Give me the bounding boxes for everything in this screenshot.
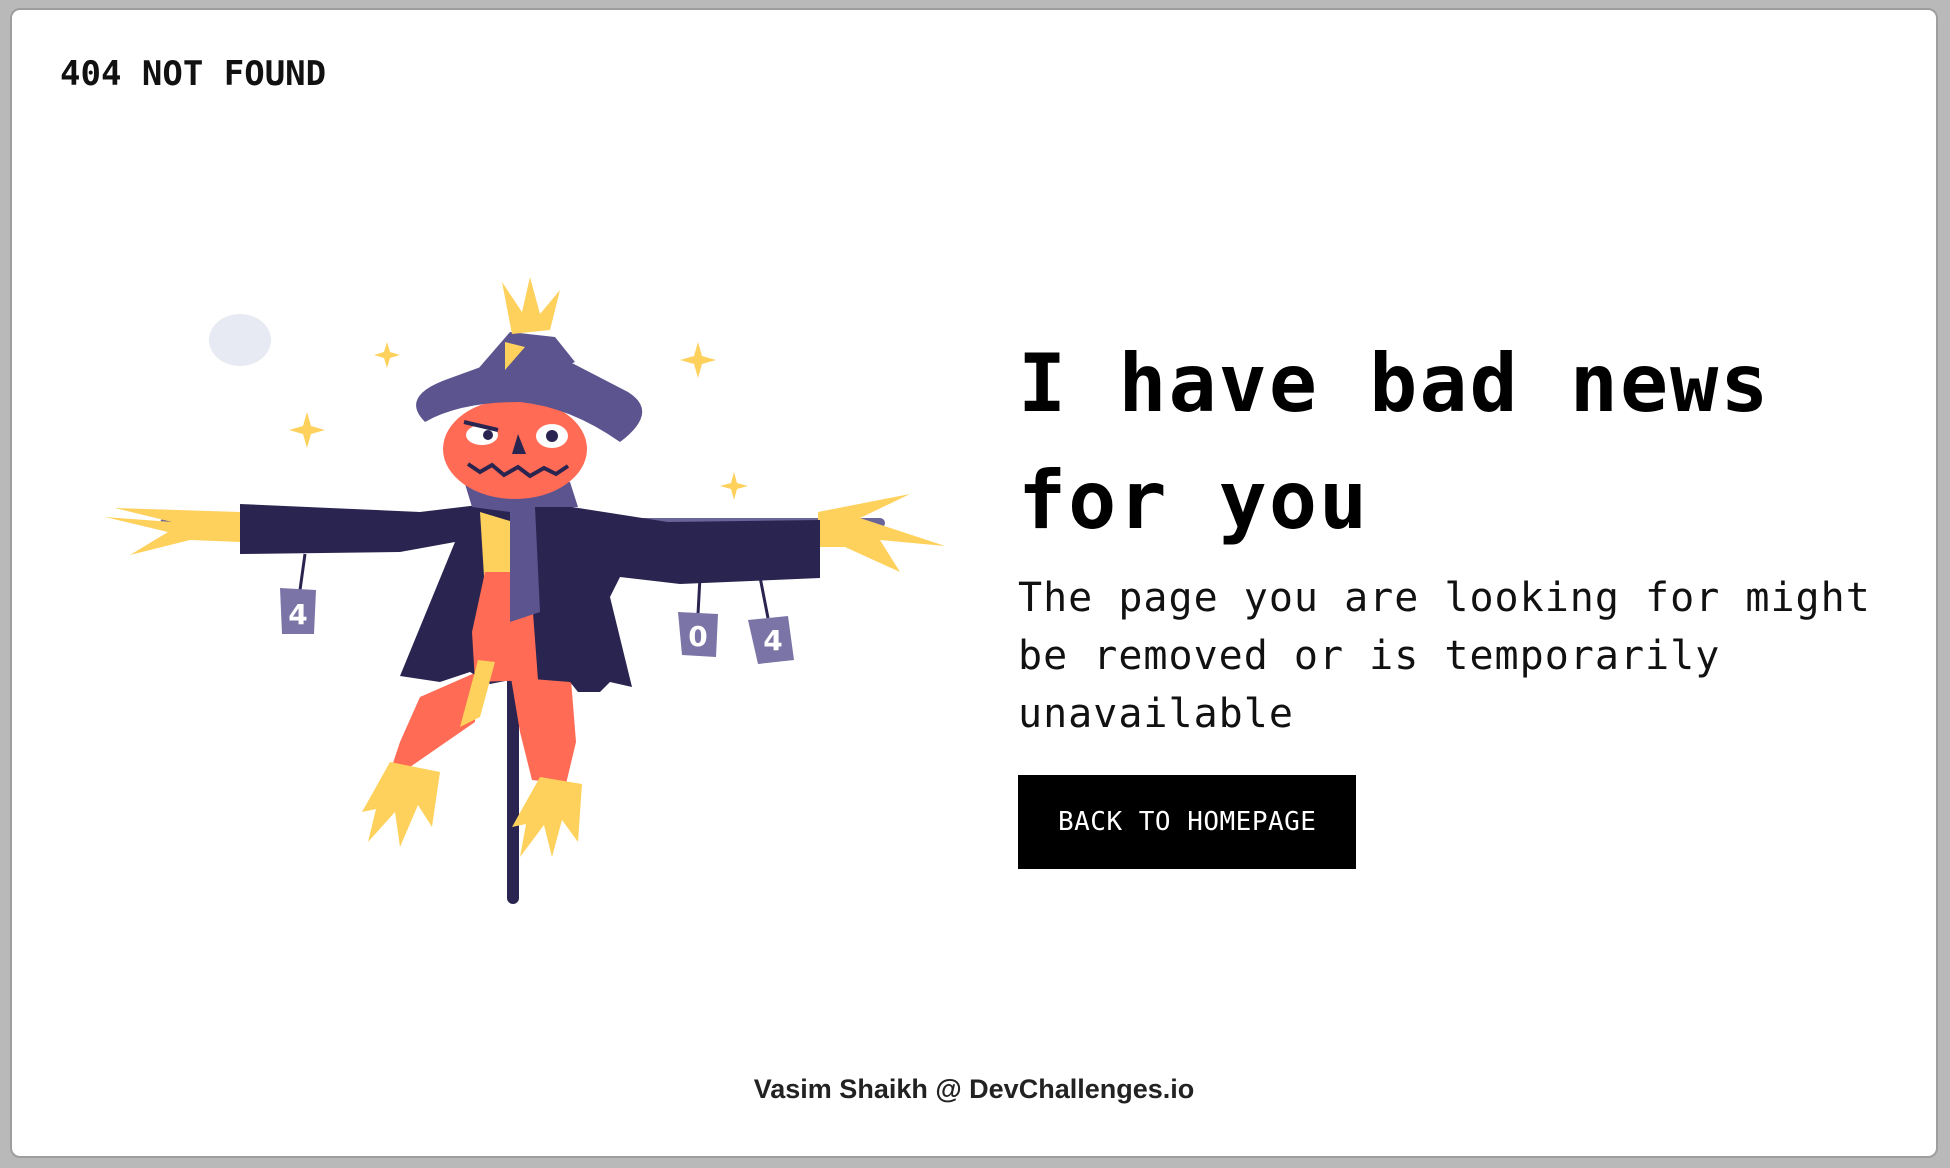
sparkle-icon [374, 342, 400, 368]
svg-text:4: 4 [288, 598, 307, 631]
footer-credit: Vasim Shaikh @ DevChallenges.io [753, 1074, 1195, 1104]
sparkle-icon [680, 342, 716, 378]
svg-text:4: 4 [763, 624, 782, 657]
browser-window: 404 NOT FOUND 4 0 4 I have bad news for … [10, 8, 1938, 1158]
right-leg [510, 667, 576, 784]
straw-left-hand [105, 508, 240, 555]
moon-shape [209, 314, 271, 366]
error-content: I have bad news for you The page you are… [1018, 325, 1898, 869]
back-to-homepage-button[interactable]: BACK TO HOMEPAGE [1018, 775, 1357, 869]
straw-left-foot [362, 762, 440, 847]
page-title: 404 NOT FOUND [60, 54, 327, 94]
straw-right-hand [818, 494, 945, 572]
scarecrow-illustration: 4 0 4 [105, 277, 945, 904]
svg-text:0: 0 [688, 620, 707, 653]
sparkle-icon [720, 472, 748, 500]
headline: I have bad news for you [1018, 337, 1771, 547]
sparkle-icon [289, 412, 325, 448]
can-0: 0 [678, 612, 718, 657]
error-message: The page you are looking for might be re… [1018, 575, 1871, 737]
straw-right-foot [512, 777, 582, 857]
straw-hat-tuft [502, 277, 560, 334]
can-4-left: 4 [280, 588, 316, 634]
can-4-right: 4 [748, 616, 794, 664]
